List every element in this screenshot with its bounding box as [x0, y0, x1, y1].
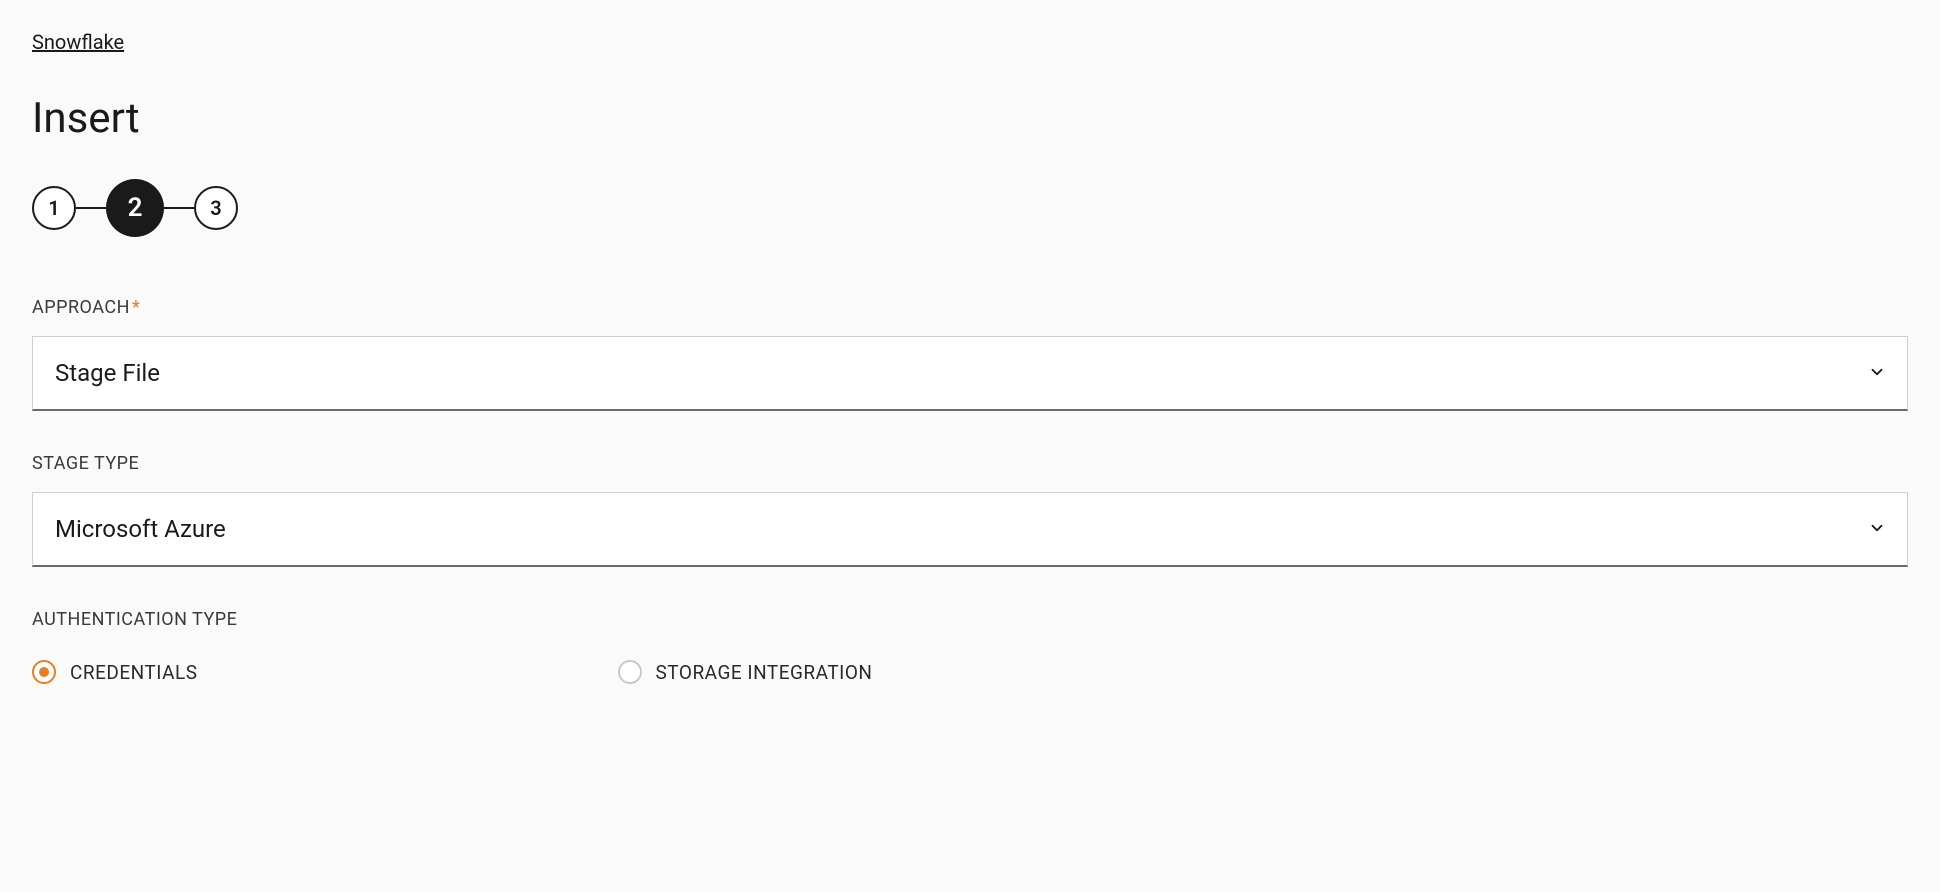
authentication-type-field-group: AUTHENTICATION TYPE CREDENTIALS STORAGE … [32, 609, 1908, 684]
step-connector [76, 207, 106, 209]
step-3[interactable]: 3 [194, 186, 238, 230]
required-indicator: * [132, 297, 140, 318]
stage-type-label-text: STAGE TYPE [32, 453, 139, 474]
page-title: Insert [32, 94, 1908, 143]
approach-select[interactable]: Stage File [32, 336, 1908, 411]
approach-label: APPROACH* [32, 297, 1908, 318]
radio-circle-icon [618, 660, 642, 684]
stepper: 1 2 3 [32, 179, 1908, 237]
approach-label-text: APPROACH [32, 297, 130, 318]
authentication-type-radio-group: CREDENTIALS STORAGE INTEGRATION [32, 660, 1908, 684]
step-connector [164, 207, 194, 209]
approach-field-group: APPROACH* Stage File [32, 297, 1908, 411]
stage-type-label: STAGE TYPE [32, 453, 1908, 474]
radio-option-storage-integration[interactable]: STORAGE INTEGRATION [618, 660, 873, 684]
approach-select-wrapper: Stage File [32, 336, 1908, 411]
stage-type-select-wrapper: Microsoft Azure [32, 492, 1908, 567]
step-2[interactable]: 2 [106, 179, 164, 237]
radio-circle-icon [32, 660, 56, 684]
stage-type-field-group: STAGE TYPE Microsoft Azure [32, 453, 1908, 567]
radio-label-credentials: CREDENTIALS [70, 661, 198, 684]
radio-option-credentials[interactable]: CREDENTIALS [32, 660, 198, 684]
authentication-type-label: AUTHENTICATION TYPE [32, 609, 1908, 630]
radio-dot-icon [39, 667, 49, 677]
step-1[interactable]: 1 [32, 186, 76, 230]
authentication-type-label-text: AUTHENTICATION TYPE [32, 609, 237, 630]
stage-type-select[interactable]: Microsoft Azure [32, 492, 1908, 567]
radio-label-storage-integration: STORAGE INTEGRATION [656, 661, 873, 684]
breadcrumb-link[interactable]: Snowflake [32, 30, 124, 54]
